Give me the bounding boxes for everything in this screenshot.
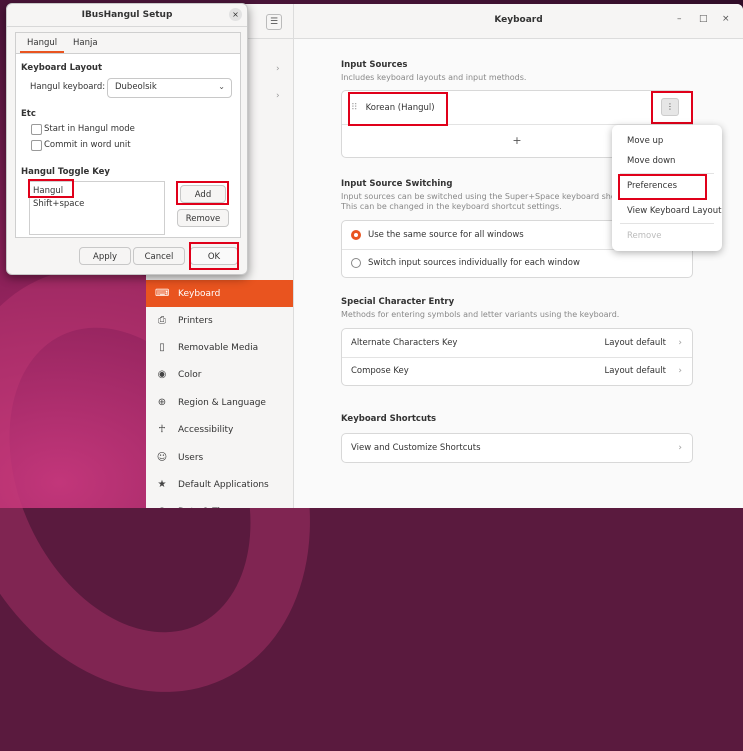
alternate-characters-row[interactable]: Alternate Characters Key Layout default … [342, 329, 692, 358]
sidebar-item-default-applications[interactable]: ★ Default Applications [146, 471, 293, 498]
input-sources-title: Input Sources [341, 60, 408, 70]
chevron-right-icon: › [276, 91, 280, 101]
users-icon: ☺ [156, 452, 168, 463]
minimize-icon[interactable]: – [677, 14, 682, 24]
chevron-right-icon: › [678, 443, 682, 453]
removable-media-icon: ▯ [159, 342, 165, 353]
maximize-icon[interactable]: □ [699, 14, 708, 24]
radio-individual-source[interactable]: Switch input sources individually for ea… [342, 249, 692, 277]
radio-unselected[interactable] [351, 258, 361, 268]
tab-bar: Hangul Hanja [16, 33, 240, 54]
keyboard-layout-heading: Keyboard Layout [21, 63, 103, 73]
dialog-title: IBusHangul Setup [81, 10, 173, 20]
start-hangul-checkbox[interactable] [31, 124, 42, 135]
chevron-right-icon: › [678, 338, 682, 348]
menu-item-move-up[interactable]: Move up [627, 136, 663, 146]
plus-icon: + [512, 133, 522, 147]
shortcuts-title: Keyboard Shortcuts [341, 414, 437, 424]
accessibility-icon: ☥ [158, 424, 166, 435]
sidebar-item-region-language[interactable]: ⊕ Region & Language [146, 389, 293, 416]
radio-selected[interactable] [351, 230, 361, 240]
hangul-keyboard-label: Hangul keyboard: [30, 82, 106, 92]
sidebar-item-label: Region & Language [178, 397, 266, 408]
highlight-box [618, 174, 707, 200]
sidebar-item-label: Users [178, 452, 204, 463]
view-shortcuts-row[interactable]: View and Customize Shortcuts › [342, 434, 692, 462]
ibus-hangul-setup-dialog: IBusHangul Setup × Hangul Hanja Keyboard… [6, 3, 248, 275]
sidebar-item-color[interactable]: ◉ Color [146, 361, 293, 388]
select-value: Dubeolsik [115, 82, 157, 92]
chevron-right-icon: › [678, 366, 682, 376]
sidebar-item-label: Color [178, 369, 202, 380]
special-chars-subtitle: Methods for entering symbols and letter … [341, 310, 620, 319]
sidebar-item-label: Default Applications [178, 479, 269, 490]
highlight-box [348, 92, 448, 126]
sidebar-item-printers[interactable]: ⎙ Printers [146, 307, 293, 334]
checkbox-label: Start in Hangul mode [44, 124, 135, 134]
printer-icon: ⎙ [158, 315, 166, 326]
keyboard-icon: ⌨ [155, 288, 170, 299]
sidebar-item-keyboard[interactable]: ⌨ Keyboard [146, 280, 293, 307]
special-chars-card: Alternate Characters Key Layout default … [341, 328, 693, 386]
highlight-box [28, 179, 74, 198]
row-label: Compose Key [351, 366, 409, 376]
titlebar: Keyboard – □ × [294, 4, 743, 39]
commit-word-checkbox[interactable] [31, 140, 42, 151]
color-icon: ◉ [157, 369, 167, 380]
switching-subtitle: Input sources can be switched using the … [341, 192, 616, 211]
active-tab-indicator [20, 51, 64, 53]
row-label: View and Customize Shortcuts [351, 443, 481, 453]
sidebar-item-partial[interactable]: d [241, 249, 293, 276]
sidebar-item-removable-media[interactable]: ▯ Removable Media [146, 334, 293, 361]
window-title: Keyboard [494, 15, 543, 25]
sidebar-item-accessibility[interactable]: ☥ Accessibility [146, 416, 293, 443]
dialog-titlebar: IBusHangul Setup × [7, 4, 247, 27]
star-icon: ★ [157, 479, 167, 490]
chevron-right-icon: › [276, 64, 280, 74]
hangul-keyboard-select[interactable]: Dubeolsik ⌄ [107, 78, 232, 98]
apply-button[interactable]: Apply [79, 247, 131, 265]
sidebar-item-users[interactable]: ☺ Users [146, 444, 293, 471]
remove-button[interactable]: Remove [177, 209, 229, 227]
list-item[interactable]: Shift+space [33, 199, 84, 209]
switching-title: Input Source Switching [341, 179, 453, 189]
toggle-key-heading: Hangul Toggle Key [21, 167, 110, 177]
chevron-down-icon: ⌄ [218, 82, 225, 91]
sidebar-item-label: Removable Media [178, 342, 259, 353]
menu-item-remove: Remove [627, 231, 662, 241]
radio-label: Use the same source for all windows [368, 230, 524, 240]
tab-hanja[interactable]: Hanja [73, 38, 98, 48]
row-value: Layout default [604, 366, 666, 376]
highlight-box [176, 181, 229, 205]
row-label: Alternate Characters Key [351, 338, 458, 348]
menu-item-move-down[interactable]: Move down [627, 156, 675, 166]
radio-label: Switch input sources individually for ea… [368, 258, 580, 268]
checkbox-label: Commit in word unit [44, 140, 131, 150]
close-icon[interactable]: × [722, 14, 730, 24]
row-value: Layout default [604, 338, 666, 348]
tab-hangul[interactable]: Hangul [27, 38, 57, 48]
globe-icon: ⊕ [157, 397, 167, 408]
special-chars-title: Special Character Entry [341, 297, 455, 307]
compose-key-row[interactable]: Compose Key Layout default › [342, 357, 692, 385]
sidebar-item-label: Accessibility [178, 424, 234, 435]
sidebar-item-date-time[interactable]: ◷Date & Time [146, 498, 293, 508]
sidebar-item-label: Keyboard [178, 288, 221, 299]
settings-main: Keyboard – □ × Input Sources Includes ke… [294, 4, 743, 508]
highlight-box [189, 242, 239, 270]
shortcuts-card: View and Customize Shortcuts › [341, 433, 693, 463]
etc-heading: Etc [21, 109, 36, 119]
highlight-box [651, 91, 693, 124]
menu-item-view-layout[interactable]: View Keyboard Layout [627, 206, 721, 216]
close-icon[interactable]: × [229, 8, 242, 21]
hamburger-menu-icon[interactable]: ☰ [266, 14, 282, 30]
menu-separator [620, 223, 714, 224]
sidebar-item-label: Printers [178, 315, 213, 326]
cancel-button[interactable]: Cancel [133, 247, 185, 265]
input-sources-subtitle: Includes keyboard layouts and input meth… [341, 73, 527, 82]
